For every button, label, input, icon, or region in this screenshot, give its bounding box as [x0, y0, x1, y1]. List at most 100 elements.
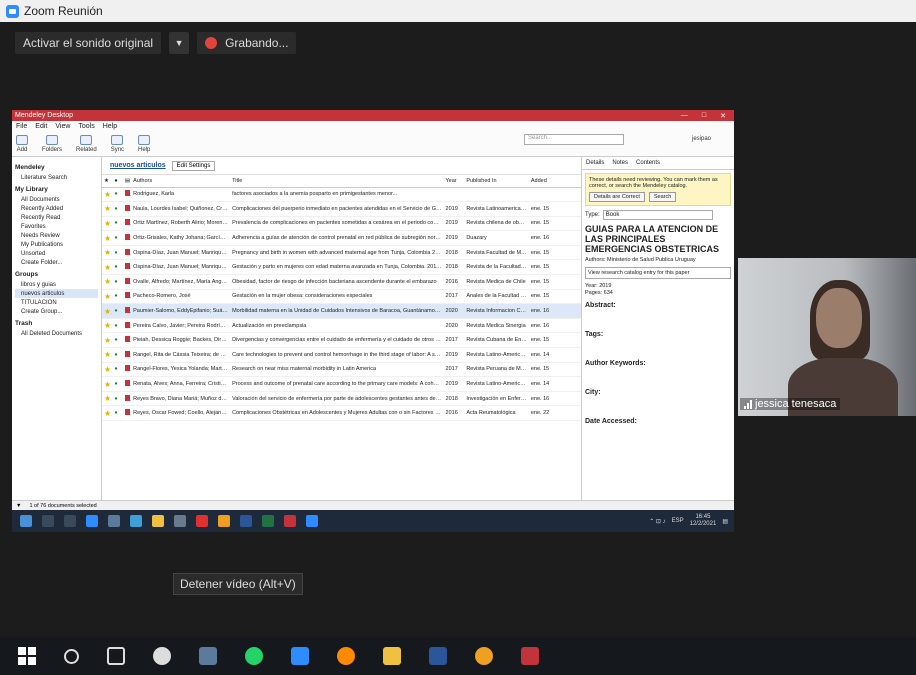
folders-button[interactable]: Folders — [42, 135, 62, 153]
pdf-icon[interactable] — [124, 292, 130, 299]
read-status-icon[interactable]: ● — [114, 191, 117, 197]
read-status-icon[interactable]: ● — [114, 279, 117, 285]
word-icon[interactable] — [240, 515, 252, 527]
pdf-cell[interactable] — [122, 259, 132, 276]
read-cell[interactable]: ● — [112, 376, 123, 392]
year-cell[interactable]: 2016 — [443, 405, 465, 421]
firefox-icon[interactable] — [337, 647, 355, 665]
title-cell[interactable]: factores asociados a la anemia posparto … — [230, 187, 444, 203]
favorite-star-icon[interactable]: ★ — [104, 321, 112, 330]
recording-indicator[interactable]: Grabando... — [197, 32, 297, 54]
title-cell[interactable]: Adherencia a guías de atención de contro… — [230, 230, 444, 246]
zoom-icon[interactable] — [306, 515, 318, 527]
pdf-icon[interactable] — [124, 336, 130, 343]
favorite-star-icon[interactable]: ★ — [104, 234, 112, 243]
pdf-icon[interactable] — [124, 234, 130, 241]
type-select[interactable]: Book — [602, 210, 713, 220]
column-year[interactable]: Year — [443, 175, 465, 188]
read-status-icon[interactable]: ● — [114, 323, 117, 329]
read-cell[interactable]: ● — [112, 332, 123, 349]
whatsapp-icon[interactable] — [245, 647, 263, 665]
chrome-icon[interactable] — [218, 515, 230, 527]
table-row[interactable]: ★ ● Rangel-Flores, Yesica Yolanda; Martíne… — [102, 362, 581, 378]
year-cell[interactable]: 2019 — [443, 216, 465, 232]
authors-cell[interactable]: Reyes Bravo, Diana Mariá; Muñoz de Rodrí… — [131, 391, 231, 407]
added-cell[interactable]: ene. 15 — [528, 245, 581, 261]
pdf-cell[interactable] — [122, 201, 132, 217]
table-row[interactable]: ★● Naula, Lourdes Isabel; Quiñonez, Credh… — [102, 201, 581, 217]
published-cell[interactable]: Anales de la Facultad de Medicina — [464, 289, 529, 305]
table-row[interactable]: ★ ● Pacheco-Romero, José Gestación en la mu… — [102, 289, 581, 305]
read-cell[interactable]: ● — [112, 245, 123, 261]
added-cell[interactable]: ene. 16 — [528, 303, 581, 319]
pdf-column-icon[interactable]: ▤ — [122, 175, 132, 188]
authors-cell[interactable]: Pereira Calvo, Javier; Pereira Rodríguez… — [131, 318, 231, 334]
pdf-cell[interactable] — [122, 362, 132, 378]
authors-cell[interactable]: Rodriguez, Karla — [131, 187, 231, 203]
read-cell[interactable]: ● — [112, 187, 123, 203]
read-status-icon[interactable]: ● — [114, 220, 117, 226]
star-cell[interactable]: ★ — [102, 391, 113, 407]
pdf-icon[interactable] — [124, 248, 130, 255]
star-cell[interactable]: ★ — [102, 201, 113, 217]
participant-video[interactable]: jessica tenesaca — [738, 258, 916, 416]
favorite-star-icon[interactable]: ★ — [104, 292, 112, 301]
table-row[interactable]: ★ ● Renata, Alves; Anna, Ferreira; Cristin… — [102, 376, 581, 392]
clock[interactable]: 16:45 12/2/2021 — [690, 514, 717, 528]
published-cell[interactable]: Revista Facultad de Medicina — [464, 245, 529, 261]
read-cell[interactable]: ● — [112, 230, 123, 246]
star-cell[interactable]: ★ — [102, 187, 113, 203]
authors-cell[interactable]: Ortiz Martínez, Roberth Alirio; Moreno U… — [131, 216, 231, 232]
authors-cell[interactable]: Rangel-Flores, Yesica Yolanda; Martínez-… — [131, 362, 231, 378]
pages-value[interactable]: 634 — [604, 290, 613, 296]
authors-cell[interactable]: Ortiz-Grisales, Kathy Johana; García-Gal… — [131, 230, 231, 246]
read-cell[interactable]: ● — [112, 216, 123, 232]
authors-cell[interactable]: Pieiah, Dessica Roggie; Backes, Dirce St… — [131, 332, 231, 349]
pdf-cell[interactable] — [122, 405, 132, 421]
table-row[interactable]: ★● Reyes Bravo, Diana Mariá; Muñoz de Rod… — [102, 391, 581, 407]
published-cell[interactable]: Investigación en Enfermería: Image... — [464, 391, 529, 407]
favorite-star-icon[interactable]: ★ — [104, 277, 112, 286]
read-status-icon[interactable]: ● — [114, 250, 117, 256]
column-added[interactable]: Added — [528, 175, 581, 188]
settings-icon[interactable] — [153, 647, 171, 665]
added-cell[interactable]: ene. 15 — [528, 332, 581, 349]
title-cell[interactable]: Complicaciones Obstétricas en Adolescent… — [230, 405, 444, 421]
star-cell[interactable]: ★ — [102, 245, 113, 261]
read-status-icon[interactable]: ● — [114, 206, 117, 212]
added-cell[interactable]: ene. 16 — [528, 391, 581, 407]
published-cell[interactable] — [464, 187, 529, 203]
added-cell[interactable]: ene. 15 — [528, 274, 581, 290]
netflix-icon[interactable] — [196, 515, 208, 527]
year-cell[interactable] — [443, 187, 465, 203]
related-button[interactable]: Related — [76, 135, 97, 153]
star-cell[interactable]: ★ — [102, 332, 113, 349]
pdf-icon[interactable] — [124, 321, 130, 328]
added-cell[interactable]: ene. 15 — [528, 362, 581, 378]
favorite-star-icon[interactable]: ★ — [104, 380, 112, 389]
zoom-icon[interactable] — [291, 647, 309, 665]
published-cell[interactable]: Revista chilena de obstetricia y ginec..… — [464, 216, 529, 232]
pdf-icon[interactable] — [124, 380, 130, 387]
published-cell[interactable]: Revista Informacion Cientifica — [464, 303, 529, 319]
read-status-icon[interactable]: ● — [114, 337, 117, 343]
star-cell[interactable]: ★ — [102, 303, 113, 319]
sidebar-item-deleted-documents[interactable]: All Deleted Documents — [15, 329, 98, 338]
column-authors[interactable]: Authors — [131, 175, 231, 188]
read-cell[interactable]: ● — [112, 318, 123, 334]
pdf-icon[interactable] — [124, 394, 130, 401]
year-cell[interactable]: 2017 — [443, 289, 465, 305]
pdf-cell[interactable] — [122, 318, 132, 334]
help-button[interactable]: Help — [138, 135, 150, 153]
search-icon[interactable] — [64, 648, 79, 664]
tray-icons[interactable]: ⌃ ⊡ ♪ — [649, 518, 665, 525]
added-cell[interactable]: ene. 16 — [528, 318, 581, 334]
pdf-cell[interactable] — [122, 216, 132, 232]
star-cell[interactable]: ★ — [102, 259, 113, 276]
sync-button[interactable]: Sync — [111, 135, 124, 153]
sidebar-item-create-group[interactable]: Create Group... — [15, 307, 98, 316]
year-cell[interactable]: 2019 — [443, 230, 465, 246]
published-cell[interactable]: Revista Cubana de Enfermería — [464, 332, 529, 349]
word-icon[interactable] — [429, 647, 447, 665]
year-cell[interactable]: 2018 — [443, 245, 465, 261]
